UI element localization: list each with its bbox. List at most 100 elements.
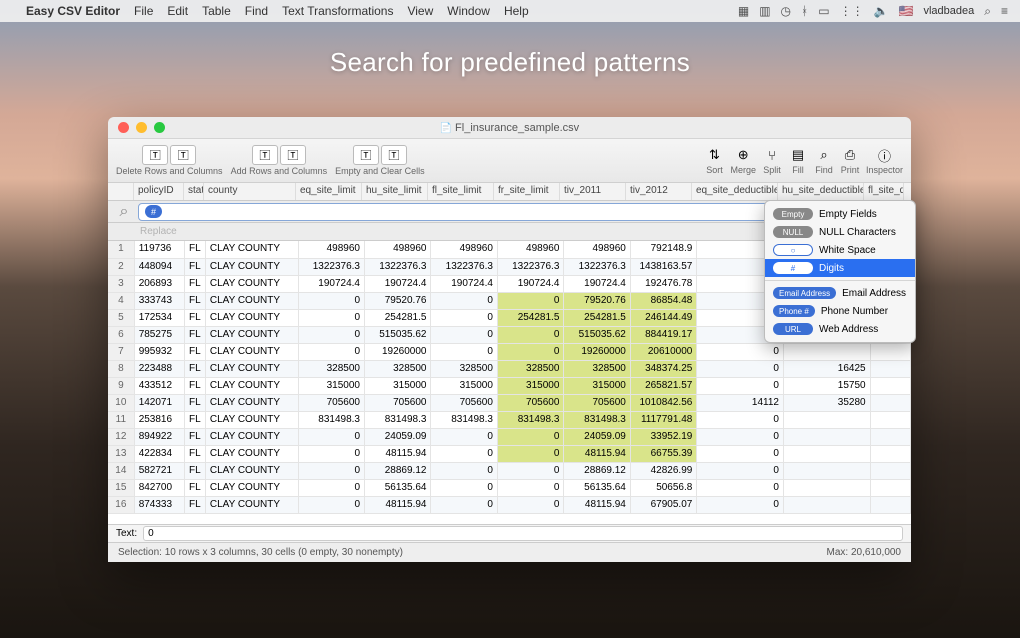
cell[interactable]: 498960 — [431, 241, 497, 258]
cell[interactable]: FL — [185, 309, 206, 326]
cell[interactable]: 0 — [497, 428, 563, 445]
cell[interactable]: 328500 — [564, 360, 630, 377]
cell[interactable]: 842700 — [134, 479, 184, 496]
table-row[interactable]: 10142071FLCLAY COUNTY7056007056007056007… — [108, 394, 911, 411]
cell[interactable]: CLAY COUNTY — [205, 411, 298, 428]
table-row[interactable]: 14582721FLCLAY COUNTY028869.120028869.12… — [108, 462, 911, 479]
cell[interactable]: FL — [185, 462, 206, 479]
table-row[interactable]: 12894922FLCLAY COUNTY024059.090024059.09… — [108, 428, 911, 445]
cell[interactable]: 0 — [431, 343, 497, 360]
cell-editor-input[interactable] — [143, 526, 903, 541]
cell[interactable]: 1117791.48 — [630, 411, 696, 428]
menu-find[interactable]: Find — [245, 4, 268, 18]
cell[interactable] — [870, 479, 910, 496]
delete-rows-button[interactable]: 🅃 — [142, 145, 168, 165]
menubar-user[interactable]: vladbadea — [923, 5, 974, 17]
pattern-digits[interactable]: #Digits — [765, 259, 915, 277]
cell[interactable]: FL — [185, 326, 206, 343]
cell[interactable] — [783, 343, 870, 360]
cell[interactable]: 66755.39 — [630, 445, 696, 462]
cell[interactable]: FL — [185, 343, 206, 360]
cell[interactable]: 246144.49 — [630, 309, 696, 326]
cell[interactable]: FL — [185, 496, 206, 513]
cell[interactable]: 56135.64 — [365, 479, 431, 496]
cell[interactable]: CLAY COUNTY — [205, 394, 298, 411]
toolbar-split-button[interactable]: ⑂Split — [762, 146, 782, 175]
add-cols-button[interactable]: 🅃 — [280, 145, 306, 165]
cell[interactable] — [783, 462, 870, 479]
colheader-eq_site_deductible[interactable]: eq_site_deductible — [692, 183, 778, 200]
cell[interactable]: 0 — [497, 292, 563, 309]
menu-text-transformations[interactable]: Text Transformations — [282, 4, 393, 18]
menu-edit[interactable]: Edit — [167, 4, 188, 18]
pattern-white-space[interactable]: ○White Space — [765, 241, 915, 259]
cell[interactable]: 831498.3 — [365, 411, 431, 428]
cell[interactable]: 28869.12 — [564, 462, 630, 479]
cell[interactable]: 315000 — [298, 377, 364, 394]
delete-cols-button[interactable]: 🅃 — [170, 145, 196, 165]
table-row[interactable]: 7995932FLCLAY COUNTY01926000000192600002… — [108, 343, 911, 360]
cell[interactable]: 14112 — [697, 394, 784, 411]
cell[interactable]: 705600 — [431, 394, 497, 411]
cell[interactable]: 0 — [697, 343, 784, 360]
cell[interactable]: 448094 — [134, 258, 184, 275]
cell[interactable]: 28869.12 — [365, 462, 431, 479]
pattern-null-characters[interactable]: NULLNULL Characters — [765, 223, 915, 241]
cell[interactable]: 190724.4 — [564, 275, 630, 292]
cell[interactable]: 894922 — [134, 428, 184, 445]
cell[interactable]: 0 — [697, 411, 784, 428]
cell[interactable]: 0 — [697, 445, 784, 462]
cell[interactable]: 0 — [497, 462, 563, 479]
add-rows-button[interactable]: 🅃 — [252, 145, 278, 165]
cell[interactable]: FL — [185, 428, 206, 445]
cell[interactable]: CLAY COUNTY — [205, 479, 298, 496]
cell[interactable]: 190724.4 — [497, 275, 563, 292]
menu-table[interactable]: Table — [202, 4, 231, 18]
colheader-county[interactable]: county — [204, 183, 296, 200]
cell[interactable]: 1322376.3 — [298, 258, 364, 275]
cell[interactable]: 0 — [431, 309, 497, 326]
cell[interactable]: 19260000 — [564, 343, 630, 360]
cell[interactable]: 79520.76 — [564, 292, 630, 309]
colheader-fl_site_deductible[interactable]: fl_site_deductible — [864, 183, 904, 200]
cell[interactable]: 48115.94 — [365, 496, 431, 513]
icon-notifications[interactable]: ≡ — [1001, 4, 1008, 18]
icon-bluetooth[interactable]: ᚼ — [801, 4, 808, 18]
cell[interactable]: 190724.4 — [298, 275, 364, 292]
cell[interactable]: 333743 — [134, 292, 184, 309]
colheader-fl_site_limit[interactable]: fl_site_limit — [428, 183, 494, 200]
table-row[interactable]: 15842700FLCLAY COUNTY056135.640056135.64… — [108, 479, 911, 496]
cell[interactable]: 995932 — [134, 343, 184, 360]
cell[interactable]: 328500 — [365, 360, 431, 377]
icon-flag[interactable]: 🇺🇸 — [899, 4, 914, 18]
cell[interactable]: 498960 — [365, 241, 431, 258]
cell[interactable]: 15750 — [783, 377, 870, 394]
cell[interactable]: FL — [185, 479, 206, 496]
cell[interactable]: 0 — [298, 343, 364, 360]
icon-clock[interactable]: ◷ — [781, 4, 791, 18]
cell[interactable]: 0 — [298, 496, 364, 513]
cell[interactable]: 253816 — [134, 411, 184, 428]
pattern-popover[interactable]: EmptyEmpty FieldsNULLNULL Characters○Whi… — [764, 200, 916, 343]
cell[interactable]: 42826.99 — [630, 462, 696, 479]
cell[interactable]: 0 — [697, 377, 784, 394]
colheader-tiv_2012[interactable]: tiv_2012 — [626, 183, 692, 200]
cell[interactable]: 498960 — [497, 241, 563, 258]
cell[interactable]: 0 — [298, 445, 364, 462]
cell[interactable]: 874333 — [134, 496, 184, 513]
cell[interactable]: CLAY COUNTY — [205, 275, 298, 292]
cell[interactable]: 190724.4 — [365, 275, 431, 292]
colheader-hu_site_deductible[interactable]: hu_site_deductible — [778, 183, 864, 200]
cell[interactable]: CLAY COUNTY — [205, 292, 298, 309]
pattern-web-address[interactable]: URLWeb Address — [765, 320, 915, 338]
toolbar-find-button[interactable]: ⌕Find — [814, 146, 834, 175]
cell[interactable]: 35280 — [783, 394, 870, 411]
icon-battery[interactable]: ▭ — [818, 4, 829, 18]
cell[interactable]: 0 — [298, 309, 364, 326]
clear-cells-button[interactable]: 🅃 — [381, 145, 407, 165]
cell[interactable]: 1438163.57 — [630, 258, 696, 275]
colheader-policyID[interactable]: policyID — [134, 183, 184, 200]
cell[interactable]: 0 — [697, 462, 784, 479]
colheader-fr_site_limit[interactable]: fr_site_limit — [494, 183, 560, 200]
cell[interactable] — [783, 428, 870, 445]
